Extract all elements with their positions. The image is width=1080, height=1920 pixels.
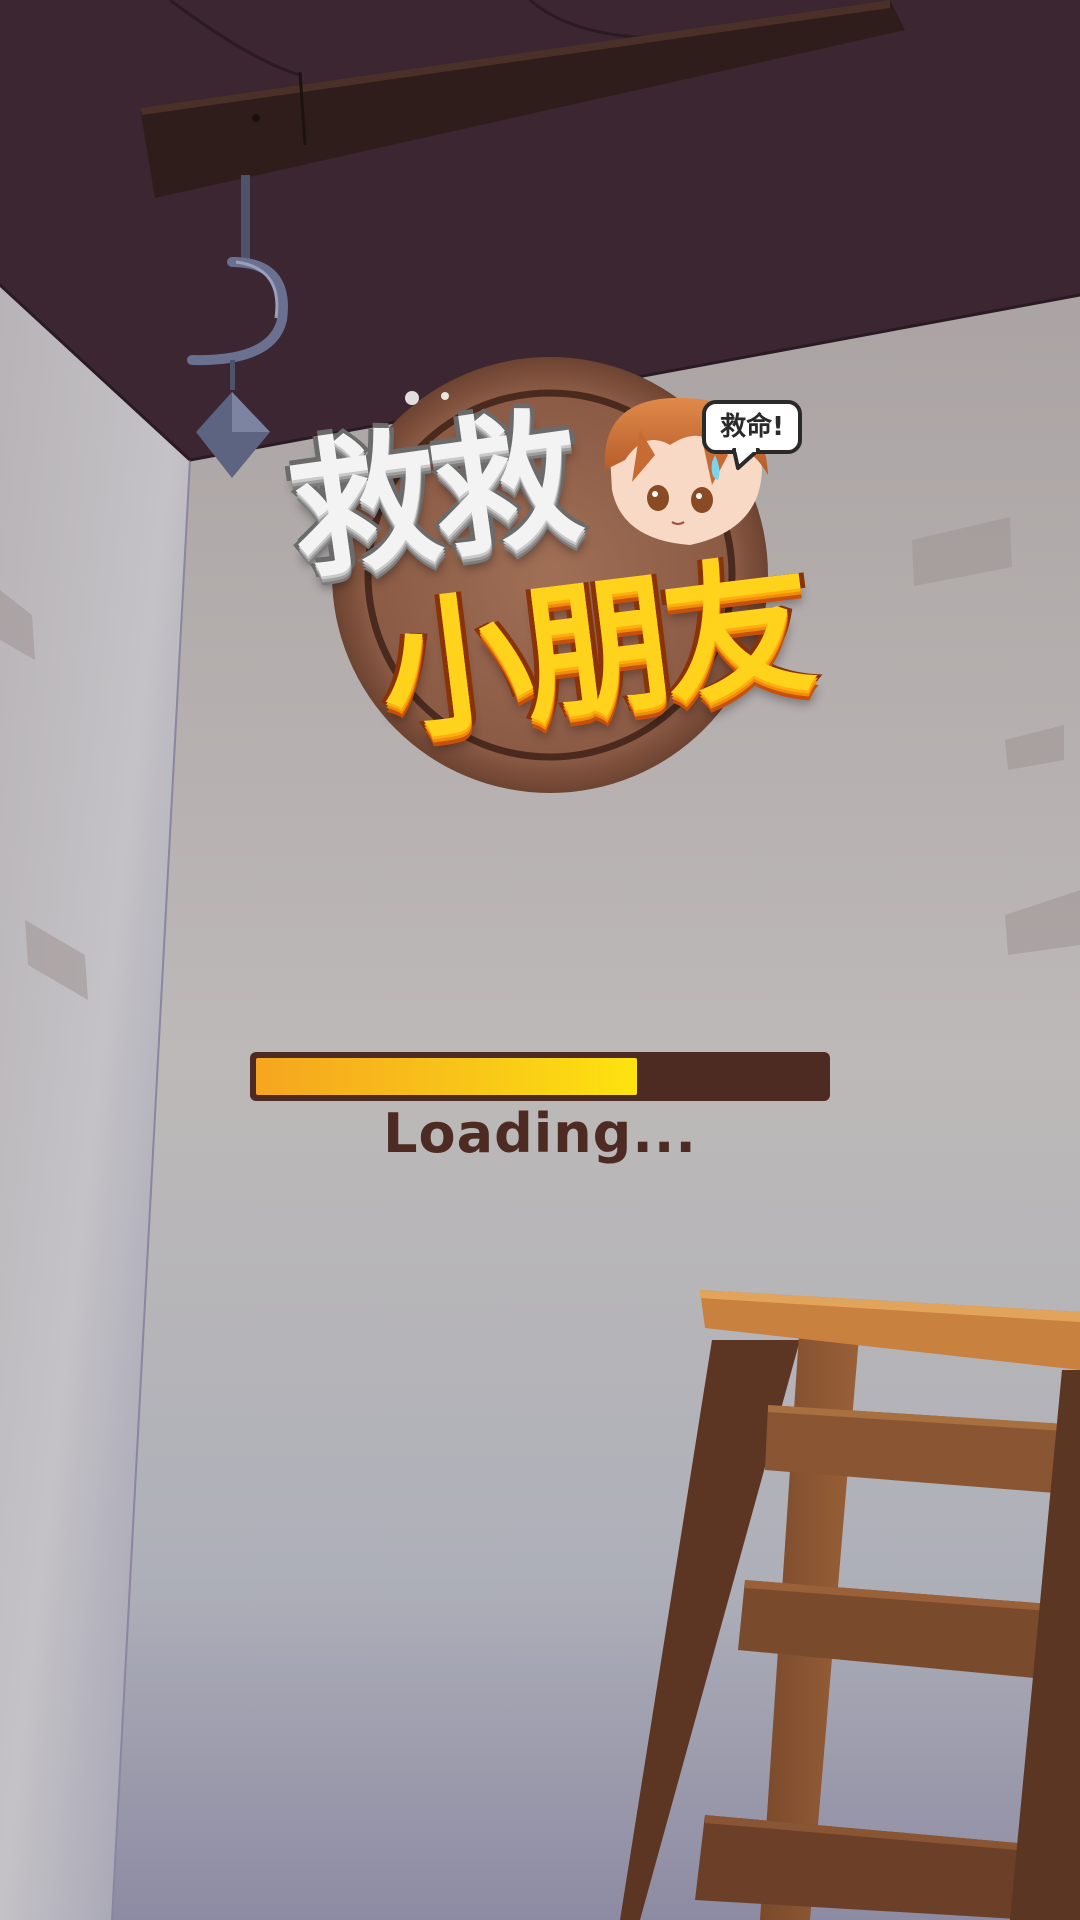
loading-progress-bar xyxy=(250,1052,830,1101)
loading-label: Loading... xyxy=(383,1102,697,1165)
speech-bubble-text: 救命! xyxy=(720,412,784,442)
loading-progress-fill xyxy=(256,1058,637,1095)
game-background xyxy=(0,0,1080,1920)
